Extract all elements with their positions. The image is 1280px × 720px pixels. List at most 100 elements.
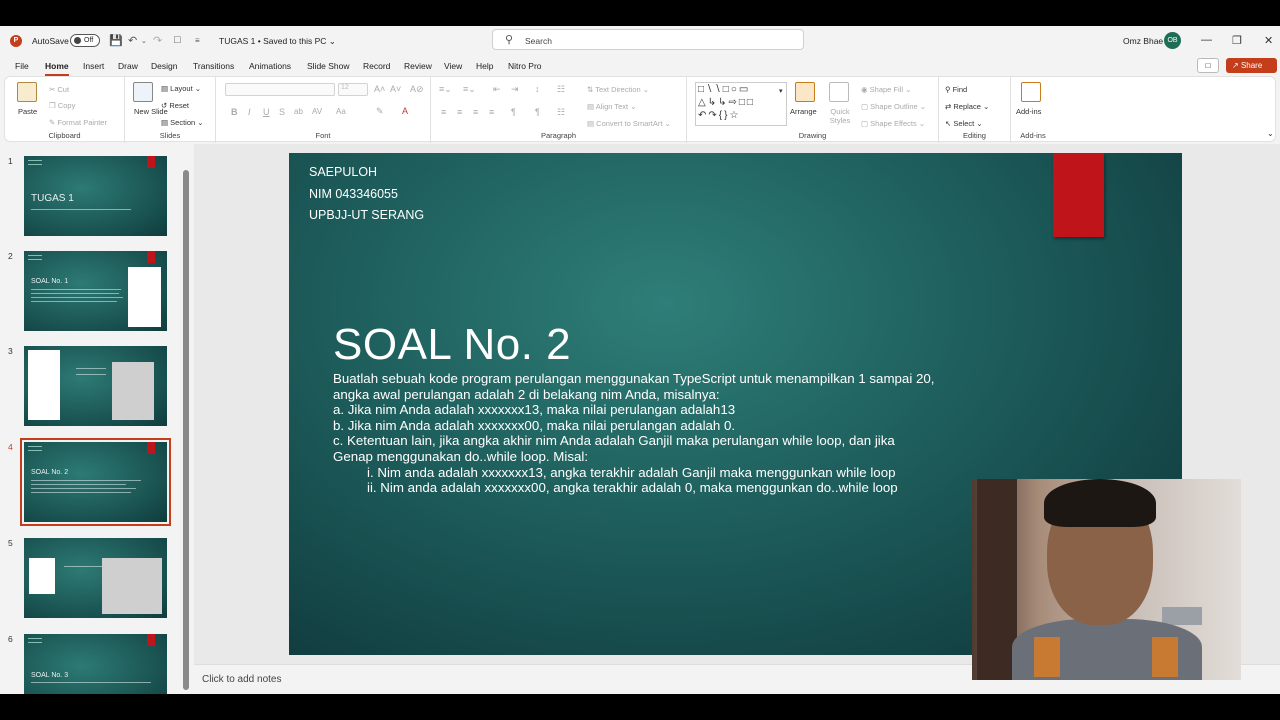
comments-button[interactable]: □ bbox=[1197, 58, 1219, 73]
slide-thumbnail-1[interactable]: TUGAS 1 bbox=[24, 156, 167, 236]
tab-insert[interactable]: Insert bbox=[83, 61, 104, 71]
slide-header-upbjj[interactable]: UPBJJ-UT SERANG bbox=[309, 208, 424, 222]
slide-thumbnail-4[interactable]: SOAL No. 2 bbox=[20, 438, 171, 526]
shapes-more-icon[interactable]: ▾ bbox=[779, 87, 783, 95]
slide-title[interactable]: SOAL No. 2 bbox=[333, 320, 571, 370]
align-center-icon[interactable]: ≡ bbox=[457, 107, 462, 117]
tab-record[interactable]: Record bbox=[363, 61, 390, 71]
strikethrough-icon[interactable]: S bbox=[279, 107, 285, 117]
copy-button[interactable]: ❐ Copy bbox=[49, 101, 75, 110]
align-left-icon[interactable]: ≡ bbox=[441, 107, 446, 117]
thumbnails-scrollbar[interactable] bbox=[183, 170, 189, 690]
select-button[interactable]: ↖ Select ⌄ bbox=[945, 119, 983, 128]
slide-thumbnail-3[interactable] bbox=[24, 346, 167, 426]
undo-icon[interactable]: ↶ bbox=[128, 34, 137, 47]
quick-styles-icon[interactable] bbox=[829, 82, 849, 102]
quick-styles-button[interactable]: Quick Styles bbox=[827, 107, 853, 125]
bold-icon[interactable]: B bbox=[231, 107, 238, 117]
tab-draw[interactable]: Draw bbox=[118, 61, 138, 71]
close-icon[interactable]: ✕ bbox=[1264, 34, 1273, 47]
present-icon[interactable]: □ bbox=[174, 34, 181, 46]
autosave-toggle[interactable]: Off bbox=[70, 34, 100, 47]
tab-review[interactable]: Review bbox=[404, 61, 432, 71]
customize-qat-icon[interactable]: ≡ bbox=[195, 36, 200, 45]
slide-thumbnail-6[interactable]: SOAL No. 3 bbox=[24, 634, 167, 694]
shadow-icon[interactable]: ab bbox=[294, 107, 303, 116]
share-button[interactable]: ↗ Share bbox=[1226, 58, 1277, 73]
find-button[interactable]: ⚲ Find bbox=[945, 85, 967, 94]
char-spacing-icon[interactable]: AV bbox=[312, 107, 322, 116]
addins-button[interactable]: Add-ins bbox=[1016, 107, 1041, 116]
highlight-icon[interactable]: ✎ bbox=[376, 106, 384, 117]
columns-icon[interactable]: ☷ bbox=[557, 84, 565, 95]
ltr-icon[interactable]: ¶ bbox=[535, 107, 540, 117]
numbering-icon[interactable]: ≡⌄ bbox=[463, 84, 476, 95]
format-painter-button[interactable]: ✎ Format Painter bbox=[49, 118, 107, 127]
redo-icon[interactable]: ↷ bbox=[153, 34, 162, 47]
shapes-gallery[interactable]: □∖∖□○▭ △↳↳⇨□□ ↶↷{}☆ bbox=[695, 82, 787, 126]
columns-dropdown-icon[interactable]: ☷ bbox=[557, 107, 565, 118]
reset-button[interactable]: ↺ Reset bbox=[161, 101, 189, 110]
replace-button[interactable]: ⇄ Replace ⌄ bbox=[945, 102, 989, 111]
bullets-icon[interactable]: ≡⌄ bbox=[439, 84, 452, 95]
slide-header-name[interactable]: SAEPULOH bbox=[309, 165, 377, 179]
paste-button[interactable]: Paste bbox=[18, 107, 37, 116]
shape-outline-button[interactable]: ▢ Shape Outline ⌄ bbox=[861, 102, 926, 111]
save-icon[interactable]: 💾 bbox=[109, 34, 123, 47]
shape-effects-button[interactable]: ▢ Shape Effects ⌄ bbox=[861, 119, 925, 128]
document-title[interactable]: TUGAS 1 • Saved to this PC ⌄ bbox=[219, 36, 336, 47]
search-box[interactable]: ⚲ Search bbox=[492, 29, 804, 50]
arrange-button[interactable]: Arrange bbox=[790, 107, 817, 116]
tab-help[interactable]: Help bbox=[476, 61, 493, 71]
new-slide-icon[interactable] bbox=[133, 82, 153, 102]
tab-nitro-pro[interactable]: Nitro Pro bbox=[508, 61, 542, 71]
section-button[interactable]: ▤ Section ⌄ bbox=[161, 118, 204, 127]
tab-view[interactable]: View bbox=[444, 61, 462, 71]
thumb-header bbox=[28, 255, 42, 260]
addins-icon[interactable] bbox=[1021, 82, 1041, 102]
align-right-icon[interactable]: ≡ bbox=[473, 107, 478, 117]
cut-button[interactable]: ✂ Cut bbox=[49, 85, 69, 94]
thumb-title: SOAL No. 3 bbox=[31, 672, 69, 679]
slide-thumbnail-2[interactable]: SOAL No. 1 bbox=[24, 251, 167, 331]
text-direction-button[interactable]: ⇅ Text Direction ⌄ bbox=[587, 85, 649, 94]
avatar[interactable]: OB bbox=[1164, 32, 1181, 49]
align-text-button[interactable]: ▤ Align Text ⌄ bbox=[587, 102, 637, 111]
rtl-icon[interactable]: ¶ bbox=[511, 107, 516, 117]
slide-header-nim[interactable]: NIM 043346055 bbox=[309, 187, 398, 201]
change-case-icon[interactable]: Aa bbox=[336, 107, 346, 116]
maximize-icon[interactable]: ❐ bbox=[1232, 34, 1242, 47]
justify-icon[interactable]: ≡ bbox=[489, 107, 494, 117]
underline-icon[interactable]: U bbox=[263, 107, 270, 117]
thumb-text bbox=[76, 368, 106, 369]
collapse-ribbon-icon[interactable]: ⌄ bbox=[1267, 129, 1274, 138]
tab-animations[interactable]: Animations bbox=[249, 61, 291, 71]
font-size-select[interactable]: 12 bbox=[338, 83, 368, 96]
tab-design[interactable]: Design bbox=[151, 61, 177, 71]
slide-thumbnail-5[interactable] bbox=[24, 538, 167, 618]
layout-button[interactable]: ▤ Layout ⌄ bbox=[161, 84, 201, 93]
increase-indent-icon[interactable]: ⇥ bbox=[511, 84, 519, 95]
decrease-indent-icon[interactable]: ⇤ bbox=[493, 84, 501, 95]
grow-font-icon[interactable]: A˄ bbox=[374, 84, 385, 94]
font-family-select[interactable] bbox=[225, 83, 335, 96]
tab-transitions[interactable]: Transitions bbox=[193, 61, 234, 71]
shape-fill-button[interactable]: ◉ Shape Fill ⌄ bbox=[861, 85, 911, 94]
convert-smartart-button[interactable]: ▤ Convert to SmartArt ⌄ bbox=[587, 119, 671, 128]
paste-icon[interactable] bbox=[17, 82, 37, 102]
minimize-icon[interactable]: — bbox=[1201, 34, 1212, 46]
clear-formatting-icon[interactable]: A⊘ bbox=[410, 84, 424, 95]
undo-dropdown-icon[interactable]: ⌄ bbox=[141, 37, 147, 45]
font-color-icon[interactable]: A bbox=[402, 106, 408, 116]
user-name[interactable]: Omz Bhae bbox=[1123, 36, 1163, 46]
line-spacing-icon[interactable]: ↕ bbox=[535, 84, 540, 94]
shrink-font-icon[interactable]: A˅ bbox=[390, 84, 401, 94]
italic-icon[interactable]: I bbox=[248, 107, 251, 117]
arrange-icon[interactable] bbox=[795, 82, 815, 102]
slide-body-text[interactable]: Buatlah sebuah kode program perulangan m… bbox=[333, 371, 934, 496]
tab-slide-show[interactable]: Slide Show bbox=[307, 61, 350, 71]
thumb-number: 4 bbox=[8, 442, 13, 452]
tab-file[interactable]: File bbox=[15, 61, 29, 71]
webcam-person-hair bbox=[1044, 479, 1156, 527]
tab-home[interactable]: Home bbox=[45, 61, 69, 76]
